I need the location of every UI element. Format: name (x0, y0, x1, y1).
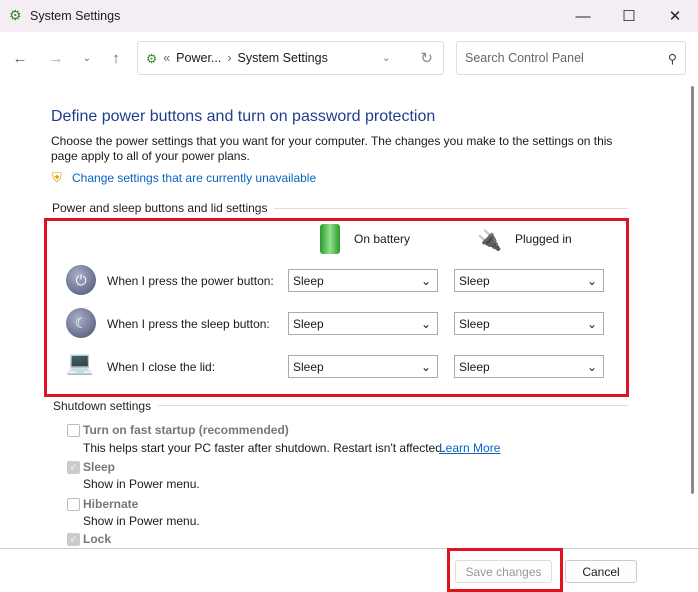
sleep-button-icon: ☾ (66, 308, 96, 338)
scrollbar-thumb[interactable] (691, 86, 694, 494)
select-value: Sleep (459, 316, 490, 331)
forward-button[interactable]: → (44, 46, 68, 70)
refresh-icon[interactable]: ↻ (420, 49, 433, 67)
address-bar[interactable]: ⚙ « Power... › System Settings ⌄ ↻ (137, 41, 444, 75)
divider (274, 208, 628, 209)
row-label: When I close the lid: (107, 360, 216, 374)
section-heading-shutdown: Shutdown settings (53, 399, 152, 413)
power-button-battery-select[interactable]: Sleep ⌄ (288, 269, 438, 292)
chevron-down-icon: ⌄ (586, 316, 597, 331)
power-options-icon: ⚙ (146, 51, 158, 66)
select-value: Sleep (293, 316, 324, 331)
lid-battery-select[interactable]: Sleep ⌄ (288, 355, 438, 378)
search-placeholder: Search Control Panel (465, 51, 584, 65)
up-button[interactable]: ↑ (104, 46, 128, 70)
power-options-icon: ⚙ (9, 7, 22, 23)
back-button[interactable]: ← (8, 46, 32, 70)
plug-icon: 🔌 (477, 230, 502, 252)
chevron-down-icon: ⌄ (420, 359, 431, 374)
overflow-icon: « (163, 51, 171, 65)
breadcrumb-power[interactable]: Power... (176, 51, 221, 65)
select-value: Sleep (293, 359, 324, 374)
lock-checkbox[interactable]: ✓ (67, 533, 80, 546)
page-description: Choose the power settings that you want … (51, 134, 613, 163)
chevron-down-icon: ⌄ (420, 273, 431, 288)
row-label: When I press the sleep button: (107, 317, 270, 331)
laptop-lid-icon: 💻 (66, 350, 94, 375)
shield-icon: ⛨ (52, 170, 62, 185)
change-settings-link[interactable]: Change settings that are currently unava… (72, 171, 316, 185)
column-on-battery: On battery (354, 232, 411, 246)
row-label: When I press the power button: (107, 274, 274, 288)
sleep-label: Sleep (83, 460, 116, 474)
lock-label: Lock (83, 532, 112, 546)
hibernate-label: Hibernate (83, 497, 139, 511)
battery-icon (320, 224, 340, 254)
settings-row: ⏻ (66, 265, 96, 295)
sleep-button-battery-select[interactable]: Sleep ⌄ (288, 312, 438, 335)
title-bar: ⚙ System Settings — ☐ ✕ (0, 0, 698, 32)
power-button-icon: ⏻ (66, 265, 96, 295)
chevron-down-icon: ⌄ (420, 316, 431, 331)
lid-plugged-select[interactable]: Sleep ⌄ (454, 355, 604, 378)
recent-locations-button[interactable]: ⌄ (75, 46, 99, 70)
learn-more-link[interactable]: Learn More (439, 441, 500, 455)
close-button[interactable]: ✕ (652, 0, 698, 32)
page-title: Define power buttons and turn on passwor… (51, 108, 436, 125)
breadcrumb-current[interactable]: System Settings (238, 51, 328, 65)
search-input[interactable]: Search Control Panel ⚲ (456, 41, 686, 75)
fast-startup-label: Turn on fast startup (recommended) (83, 423, 289, 437)
power-button-plugged-select[interactable]: Sleep ⌄ (454, 269, 604, 292)
section-heading-buttons: Power and sleep buttons and lid settings (52, 201, 268, 215)
divider (158, 405, 628, 406)
fast-startup-description: This helps start your PC faster after sh… (83, 441, 446, 455)
select-value: Sleep (459, 359, 490, 374)
chevron-right-icon: › (227, 51, 232, 65)
chevron-down-icon: ⌄ (586, 273, 597, 288)
hibernate-description: Show in Power menu. (83, 514, 200, 528)
window-title: System Settings (30, 9, 121, 23)
cancel-button[interactable]: Cancel (565, 560, 637, 583)
scrollbar[interactable] (686, 86, 698, 548)
minimize-button[interactable]: — (560, 0, 606, 32)
fast-startup-checkbox[interactable] (67, 424, 80, 437)
column-plugged-in: Plugged in (515, 232, 572, 246)
chevron-down-icon: ⌄ (586, 359, 597, 374)
chevron-down-icon[interactable]: ⌄ (382, 53, 390, 64)
select-value: Sleep (293, 273, 324, 288)
save-changes-button[interactable]: Save changes (455, 560, 552, 583)
sleep-button-plugged-select[interactable]: Sleep ⌄ (454, 312, 604, 335)
maximize-button[interactable]: ☐ (606, 0, 652, 32)
hibernate-checkbox[interactable] (67, 498, 80, 511)
select-value: Sleep (459, 273, 490, 288)
sleep-description: Show in Power menu. (83, 477, 200, 491)
search-icon[interactable]: ⚲ (668, 51, 677, 66)
sleep-checkbox[interactable]: ✓ (67, 461, 80, 474)
